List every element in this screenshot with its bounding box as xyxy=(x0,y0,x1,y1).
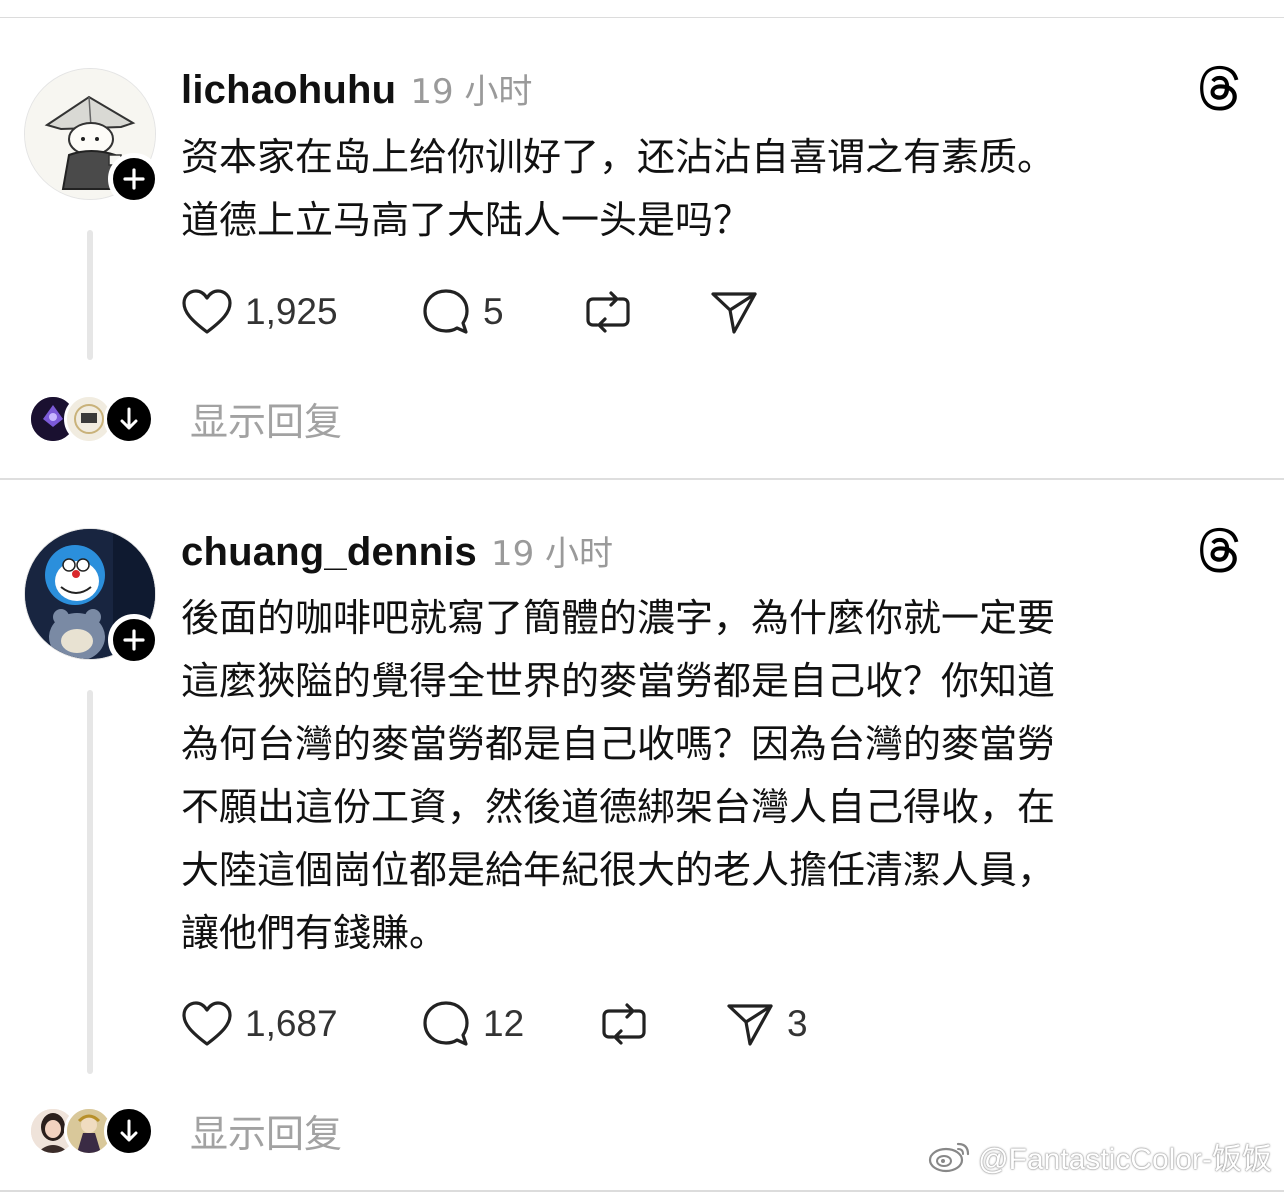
repost-icon xyxy=(586,291,630,333)
arrow-down-icon xyxy=(120,407,138,430)
comment-button[interactable]: 5 xyxy=(421,284,504,340)
like-button[interactable]: 1,925 xyxy=(181,284,338,340)
plus-icon xyxy=(123,629,145,651)
post-text-line: 大陸這個崗位都是給年紀很大的老人擔任清潔人員， xyxy=(181,848,1056,892)
post-text-line: 這麼狹隘的覺得全世界的麥當勞都是自己收？你知道 xyxy=(181,659,1056,703)
post-text-line: 為何台灣的麥當勞都是自己收嗎？因為台灣的麥當勞 xyxy=(181,722,1056,766)
threads-logo-icon[interactable] xyxy=(1196,526,1244,574)
arrow-down-icon xyxy=(120,1119,138,1142)
post-header: lichaohuhu 19 小时 xyxy=(181,64,532,113)
comment-count: 12 xyxy=(483,1003,525,1044)
post-text-line: 後面的咖啡吧就寫了簡體的濃字，為什麼你就一定要 xyxy=(181,596,1056,640)
action-bar: 1,687 12 3 xyxy=(181,996,881,1052)
watermark: @FantasticColor-饭饭 xyxy=(928,1134,1272,1178)
post-text-line: 道德上立马高了大陆人一头是吗？ xyxy=(181,198,752,242)
show-replies-button[interactable] xyxy=(104,1106,154,1156)
share-count: 3 xyxy=(787,1003,808,1044)
threads-logo-icon[interactable] xyxy=(1196,64,1244,112)
like-count: 1,687 xyxy=(245,1003,338,1044)
repost-button[interactable] xyxy=(583,284,633,340)
post-text-line: 不願出這份工資，然後道德綁架台灣人自己得收，在 xyxy=(181,785,1056,829)
repost-icon xyxy=(602,1003,646,1045)
show-replies-label[interactable]: 显示回复 xyxy=(190,391,342,446)
comment-count: 5 xyxy=(483,291,504,332)
post-text: 资本家在岛上给你训好了，还沾沾自喜谓之有素质。 道德上立马高了大陆人一头是吗？ xyxy=(181,126,1231,252)
show-replies-button[interactable] xyxy=(104,394,154,444)
show-replies-label[interactable]: 显示回复 xyxy=(190,1103,342,1158)
share-button[interactable]: 3 xyxy=(725,996,808,1052)
comment-bubble-icon xyxy=(423,289,469,334)
plus-icon xyxy=(123,168,145,190)
like-button[interactable]: 1,687 xyxy=(181,996,338,1052)
thread-line xyxy=(87,230,93,360)
heart-icon xyxy=(182,289,232,334)
timestamp: 19 小时 xyxy=(490,534,614,574)
post-header: chuang_dennis 19 小时 xyxy=(181,526,613,575)
timestamp: 19 小时 xyxy=(410,72,533,112)
send-icon xyxy=(711,292,757,334)
thread-post: chuang_dennis 19 小时 後面的咖啡吧就寫了簡體的濃字，為什麼你就… xyxy=(0,480,1284,1192)
post-text: 後面的咖啡吧就寫了簡體的濃字，為什麼你就一定要 這麼狹隘的覺得全世界的麥當勞都是… xyxy=(181,587,1231,965)
like-count: 1,925 xyxy=(245,291,338,332)
repost-button[interactable] xyxy=(599,996,649,1052)
share-button[interactable] xyxy=(709,284,759,340)
username[interactable]: lichaohuhu xyxy=(181,68,396,113)
follow-button[interactable] xyxy=(108,614,160,666)
thread-line xyxy=(87,690,93,1074)
thread-post: lichaohuhu 19 小时 资本家在岛上给你训好了，还沾沾自喜谓之有素质。… xyxy=(0,18,1284,478)
comment-bubble-icon xyxy=(423,1001,469,1046)
follow-button[interactable] xyxy=(108,153,160,205)
send-icon xyxy=(727,1004,773,1046)
post-text-line: 资本家在岛上给你训好了，还沾沾自喜谓之有素质。 xyxy=(181,135,1056,179)
heart-icon xyxy=(182,1001,232,1046)
action-bar: 1,925 5 xyxy=(181,284,881,340)
replies-preview[interactable]: 显示回复 xyxy=(28,394,528,444)
replies-preview[interactable]: 显示回复 xyxy=(28,1106,528,1156)
watermark-text: @FantasticColor-饭饭 xyxy=(978,1143,1272,1176)
comment-button[interactable]: 12 xyxy=(421,996,524,1052)
weibo-logo-icon xyxy=(929,1142,970,1173)
post-text-line: 讓他們有錢賺。 xyxy=(181,911,448,955)
username[interactable]: chuang_dennis xyxy=(181,530,477,575)
